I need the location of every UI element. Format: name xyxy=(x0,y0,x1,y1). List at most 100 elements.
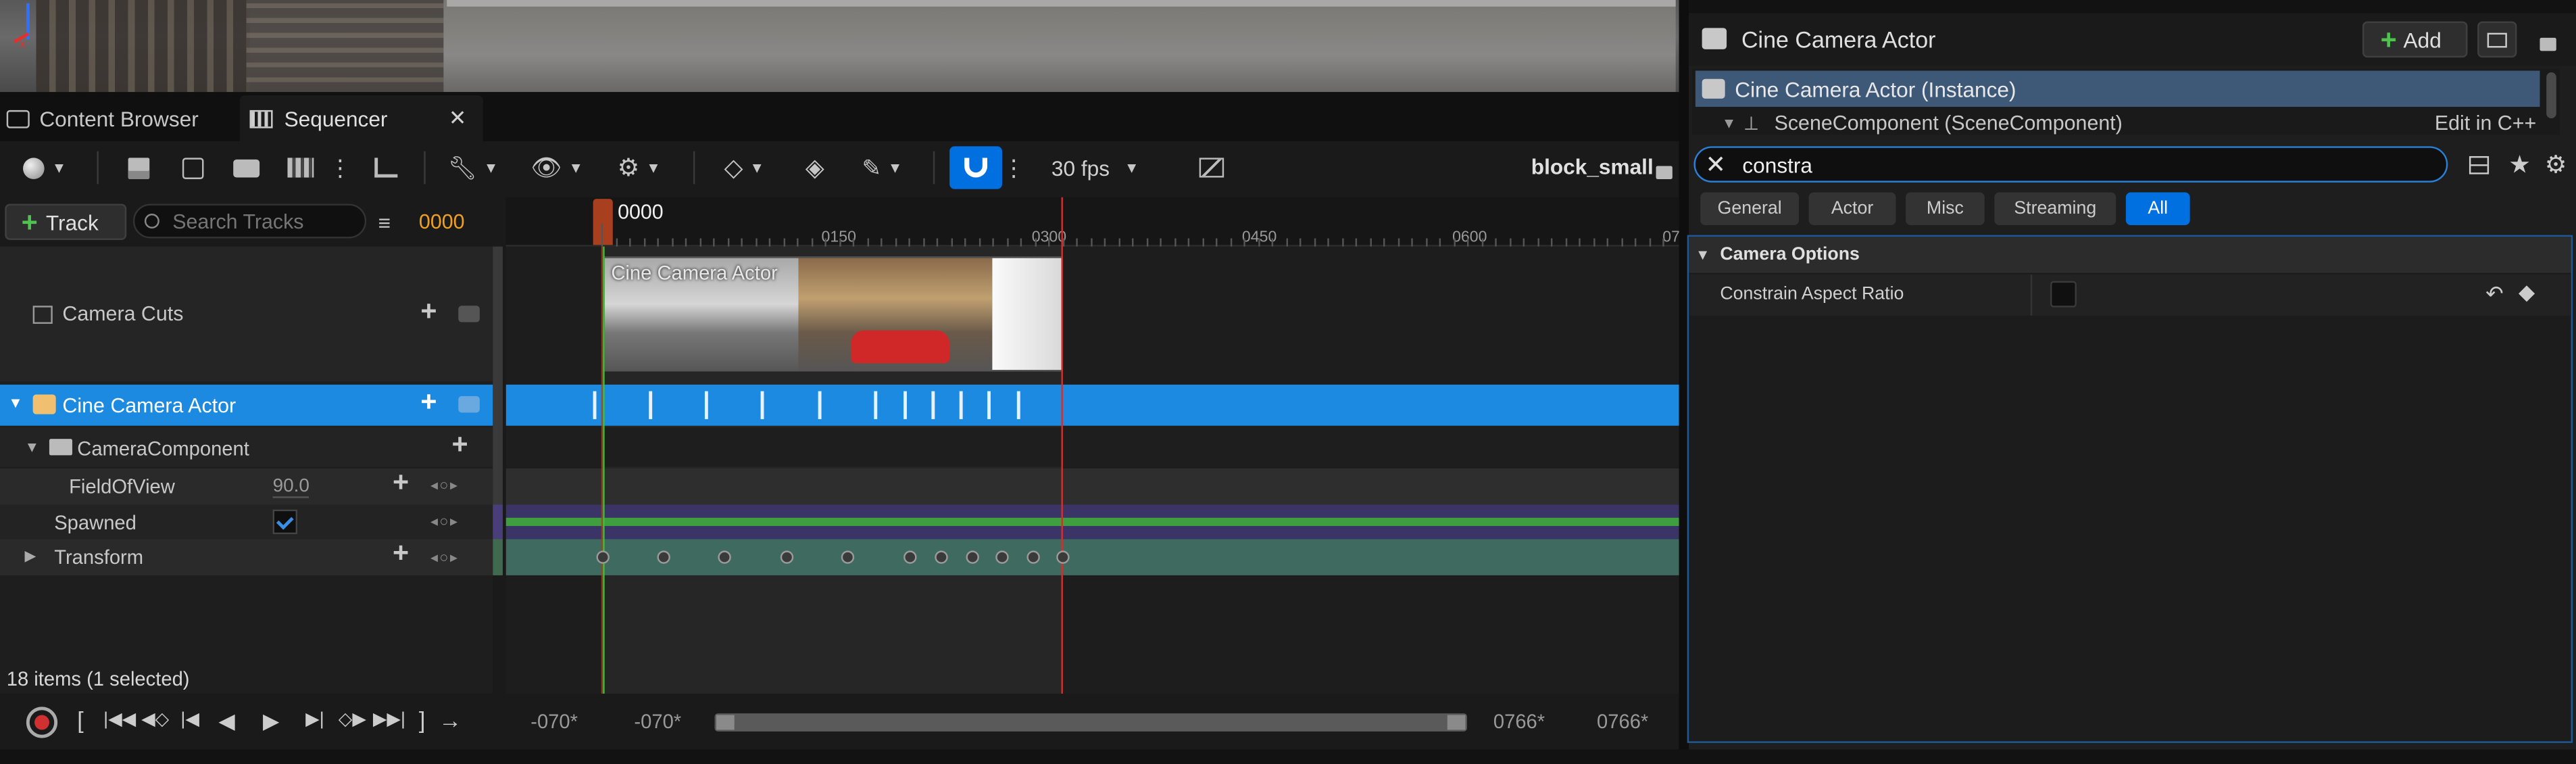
clear-search-icon[interactable]: ✕ xyxy=(1705,152,1726,176)
set-end-icon[interactable]: ] xyxy=(419,707,425,733)
actor-key-marker[interactable] xyxy=(818,391,822,419)
instance-row[interactable]: Cine Camera Actor (Instance) xyxy=(1695,70,2540,108)
tab-sequencer[interactable]: Sequencer ✕ xyxy=(239,95,483,142)
camera-bind-icon[interactable] xyxy=(458,306,480,323)
prev-key-icon[interactable]: ◀◇ xyxy=(141,709,169,730)
add-key-icon[interactable]: + xyxy=(393,467,409,500)
actor-key-marker[interactable] xyxy=(874,391,878,419)
loop-icon[interactable]: → xyxy=(439,707,462,733)
transform-key[interactable] xyxy=(966,550,979,564)
transform-key[interactable] xyxy=(841,550,855,564)
work-start-field[interactable]: -070* xyxy=(634,710,681,733)
expand-arrow-icon[interactable]: ▼ xyxy=(1695,247,1710,263)
expand-arrow-icon[interactable]: ▼ xyxy=(24,439,39,455)
settings-gear-icon[interactable]: ⚙︎ xyxy=(2545,149,2567,179)
edit-in-cpp-link[interactable]: Edit in C++ xyxy=(2435,112,2536,135)
set-start-icon[interactable]: [ xyxy=(77,707,83,733)
add-icon[interactable]: + xyxy=(452,429,468,462)
end-range-line[interactable] xyxy=(1061,197,1063,694)
property-matrix-button[interactable] xyxy=(2464,149,2494,179)
transform-key[interactable] xyxy=(1026,550,1040,564)
actor-key-marker[interactable] xyxy=(760,391,764,419)
actor-key-marker[interactable] xyxy=(593,391,597,419)
curve-editor-button[interactable] xyxy=(1193,151,1229,185)
snap-toggle[interactable] xyxy=(949,146,1002,189)
constrain-aspect-checkbox[interactable] xyxy=(2050,281,2077,308)
add-icon[interactable]: + xyxy=(420,296,437,329)
property-row[interactable]: Constrain Aspect Ratio ↶ ◆ xyxy=(1689,274,2571,316)
save-button[interactable] xyxy=(122,151,155,185)
camera-bind-icon[interactable] xyxy=(458,396,480,413)
track-camera-component[interactable]: ▼ CameraComponent + xyxy=(0,427,493,467)
work-end-field[interactable]: 0766* xyxy=(1493,710,1545,733)
transform-key[interactable] xyxy=(1056,550,1070,564)
scrollbar-handle-left[interactable] xyxy=(716,715,735,730)
field-of-view-value[interactable]: 90.0 xyxy=(272,477,309,498)
close-icon[interactable]: ✕ xyxy=(449,105,467,132)
filter-button-misc[interactable]: Misc xyxy=(1906,192,1985,226)
world-settings-button[interactable]: ▼ xyxy=(13,149,75,185)
actor-key-marker[interactable] xyxy=(903,391,907,419)
snap-options-button[interactable]: ⋮ xyxy=(1002,151,1025,185)
step-forward-icon[interactable]: ▶| xyxy=(305,709,324,730)
start-range-line[interactable] xyxy=(603,246,605,694)
transform-key[interactable] xyxy=(718,550,731,564)
filter-button-general[interactable]: General xyxy=(1700,192,1800,226)
transform-key[interactable] xyxy=(935,550,948,564)
current-frame[interactable]: 0000 xyxy=(419,210,465,233)
next-key-icon[interactable]: ◇▶ xyxy=(339,709,366,730)
expand-arrow-icon[interactable]: ▶ xyxy=(24,548,36,566)
view-start-field[interactable]: -070* xyxy=(530,710,578,733)
expand-arrow-icon[interactable]: ▼ xyxy=(8,394,23,410)
filter-button-all[interactable]: All xyxy=(2125,192,2190,226)
expand-arrow-icon[interactable]: ▼ xyxy=(1722,115,1737,131)
auto-key-button[interactable]: ◈ xyxy=(799,151,832,185)
timeline-ruler[interactable] xyxy=(505,197,1679,247)
star-icon[interactable]: ★ xyxy=(2508,149,2531,179)
add-icon[interactable]: + xyxy=(420,386,437,419)
add-keyframe-icon[interactable]: ◆ xyxy=(2519,279,2535,306)
track-field-of-view[interactable]: FieldOfView 90.0 + ◂○▸ xyxy=(0,467,493,505)
find-in-browser-button[interactable] xyxy=(174,151,210,185)
play-reverse-icon[interactable]: ◀ xyxy=(218,709,234,735)
hierarchy-button[interactable] xyxy=(368,151,404,185)
scrollbar-handle-right[interactable] xyxy=(1447,715,1466,730)
tab-content-browser[interactable]: Content Browser xyxy=(0,95,239,141)
key-navigation-icon[interactable]: ◂○▸ xyxy=(430,549,460,567)
reset-to-default-icon[interactable]: ↶ xyxy=(2485,281,2504,308)
details-search-box[interactable]: ✕ xyxy=(1693,146,2448,183)
lock-button[interactable] xyxy=(1651,153,1677,183)
view-options-button[interactable]: 👁︎ ▼ xyxy=(526,149,588,185)
track-spawned[interactable]: Spawned ◂○▸ xyxy=(0,504,493,540)
category-header[interactable]: ▼ Camera Options xyxy=(1689,237,2571,273)
scene-component-row[interactable]: ▼ ⟂ SceneComponent (SceneComponent) Edit… xyxy=(1695,108,2540,135)
record-button[interactable] xyxy=(26,707,58,738)
range-scrollbar[interactable] xyxy=(714,713,1467,732)
spawned-checkbox[interactable] xyxy=(272,509,298,535)
transform-key[interactable] xyxy=(995,550,1009,564)
transform-key[interactable] xyxy=(903,550,917,564)
render-movie-button[interactable] xyxy=(282,151,318,185)
filter-button-actor[interactable]: Actor xyxy=(1808,192,1896,226)
fps-dropdown[interactable]: 30 fps ▼ xyxy=(1051,151,1157,185)
actor-key-marker[interactable] xyxy=(959,391,963,419)
tree-scrollbar[interactable] xyxy=(2546,72,2556,119)
step-back-icon[interactable]: |◀ xyxy=(180,709,199,730)
actor-key-marker[interactable] xyxy=(1016,391,1020,419)
more-options-button[interactable]: ⋮ xyxy=(328,151,351,185)
track-cine-camera-actor[interactable]: ▼ Cine Camera Actor + xyxy=(0,384,493,426)
jump-to-end-icon[interactable]: ▶▶| xyxy=(373,709,405,730)
transform-key[interactable] xyxy=(596,550,610,564)
actions-button[interactable]: 🔧︎ ▼ xyxy=(443,149,503,185)
track-transform[interactable]: ▶ Transform + ◂○▸ xyxy=(0,538,493,575)
transform-row[interactable] xyxy=(505,539,1679,575)
actor-key-marker[interactable] xyxy=(931,391,935,419)
actor-key-marker[interactable] xyxy=(704,391,708,419)
key-options-button[interactable]: ◇ ▼ xyxy=(713,149,775,185)
transform-key[interactable] xyxy=(780,550,794,564)
key-navigation-icon[interactable]: ◂○▸ xyxy=(430,477,460,495)
actor-key-marker[interactable] xyxy=(987,391,991,419)
view-end-field[interactable]: 0766* xyxy=(1597,710,1648,733)
filter-button-streaming[interactable]: Streaming xyxy=(1994,192,2116,226)
camera-button[interactable] xyxy=(228,151,264,185)
